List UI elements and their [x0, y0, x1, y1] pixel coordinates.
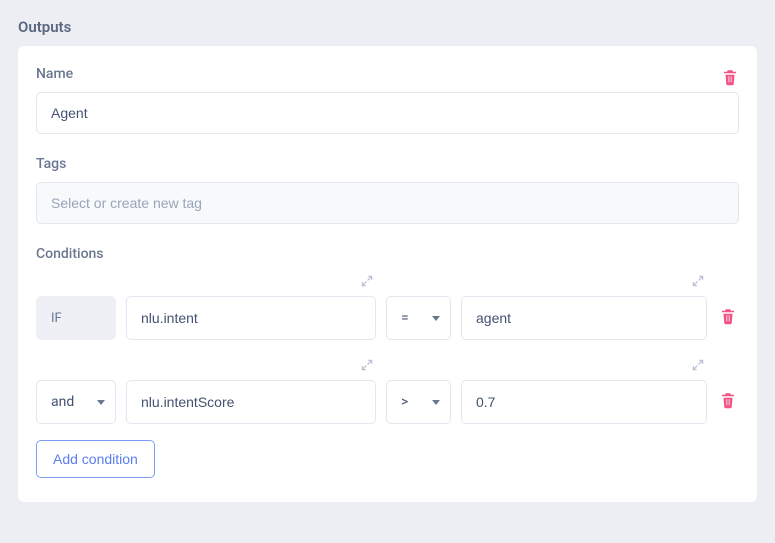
expand-icon[interactable]: [691, 357, 705, 376]
condition-logical-label: and: [51, 394, 74, 410]
name-field-group: Name: [36, 66, 739, 134]
name-input[interactable]: [36, 92, 739, 134]
condition-logical-if: IF: [36, 296, 116, 340]
condition-row: and >: [36, 356, 739, 424]
caret-down-icon: [432, 316, 440, 321]
condition-operator-value: =: [401, 310, 409, 326]
outputs-panel: Name Tags Conditions IF: [18, 46, 757, 502]
caret-down-icon: [97, 400, 105, 405]
trash-icon[interactable]: [719, 306, 737, 330]
name-label: Name: [36, 66, 73, 82]
condition-operator-select[interactable]: =: [386, 296, 451, 340]
tags-input[interactable]: [36, 182, 739, 224]
condition-logical-select[interactable]: and: [36, 380, 116, 424]
section-title: Outputs: [18, 18, 775, 36]
condition-field-input[interactable]: [126, 296, 376, 340]
conditions-group: Conditions IF: [36, 246, 739, 478]
condition-logical-label: IF: [51, 311, 62, 326]
tags-field-group: Tags: [36, 156, 739, 224]
expand-icon[interactable]: [691, 273, 705, 292]
expand-icon[interactable]: [360, 273, 374, 292]
trash-icon[interactable]: [719, 390, 737, 414]
tags-label: Tags: [36, 156, 739, 172]
condition-field-input[interactable]: [126, 380, 376, 424]
condition-value-input[interactable]: [461, 296, 707, 340]
caret-down-icon: [432, 400, 440, 405]
condition-operator-value: >: [401, 394, 408, 410]
condition-value-input[interactable]: [461, 380, 707, 424]
condition-row: IF =: [36, 272, 739, 340]
condition-operator-select[interactable]: >: [386, 380, 451, 424]
expand-icon[interactable]: [360, 357, 374, 376]
trash-icon[interactable]: [721, 67, 739, 91]
add-condition-button[interactable]: Add condition: [36, 440, 155, 478]
conditions-label: Conditions: [36, 246, 739, 262]
